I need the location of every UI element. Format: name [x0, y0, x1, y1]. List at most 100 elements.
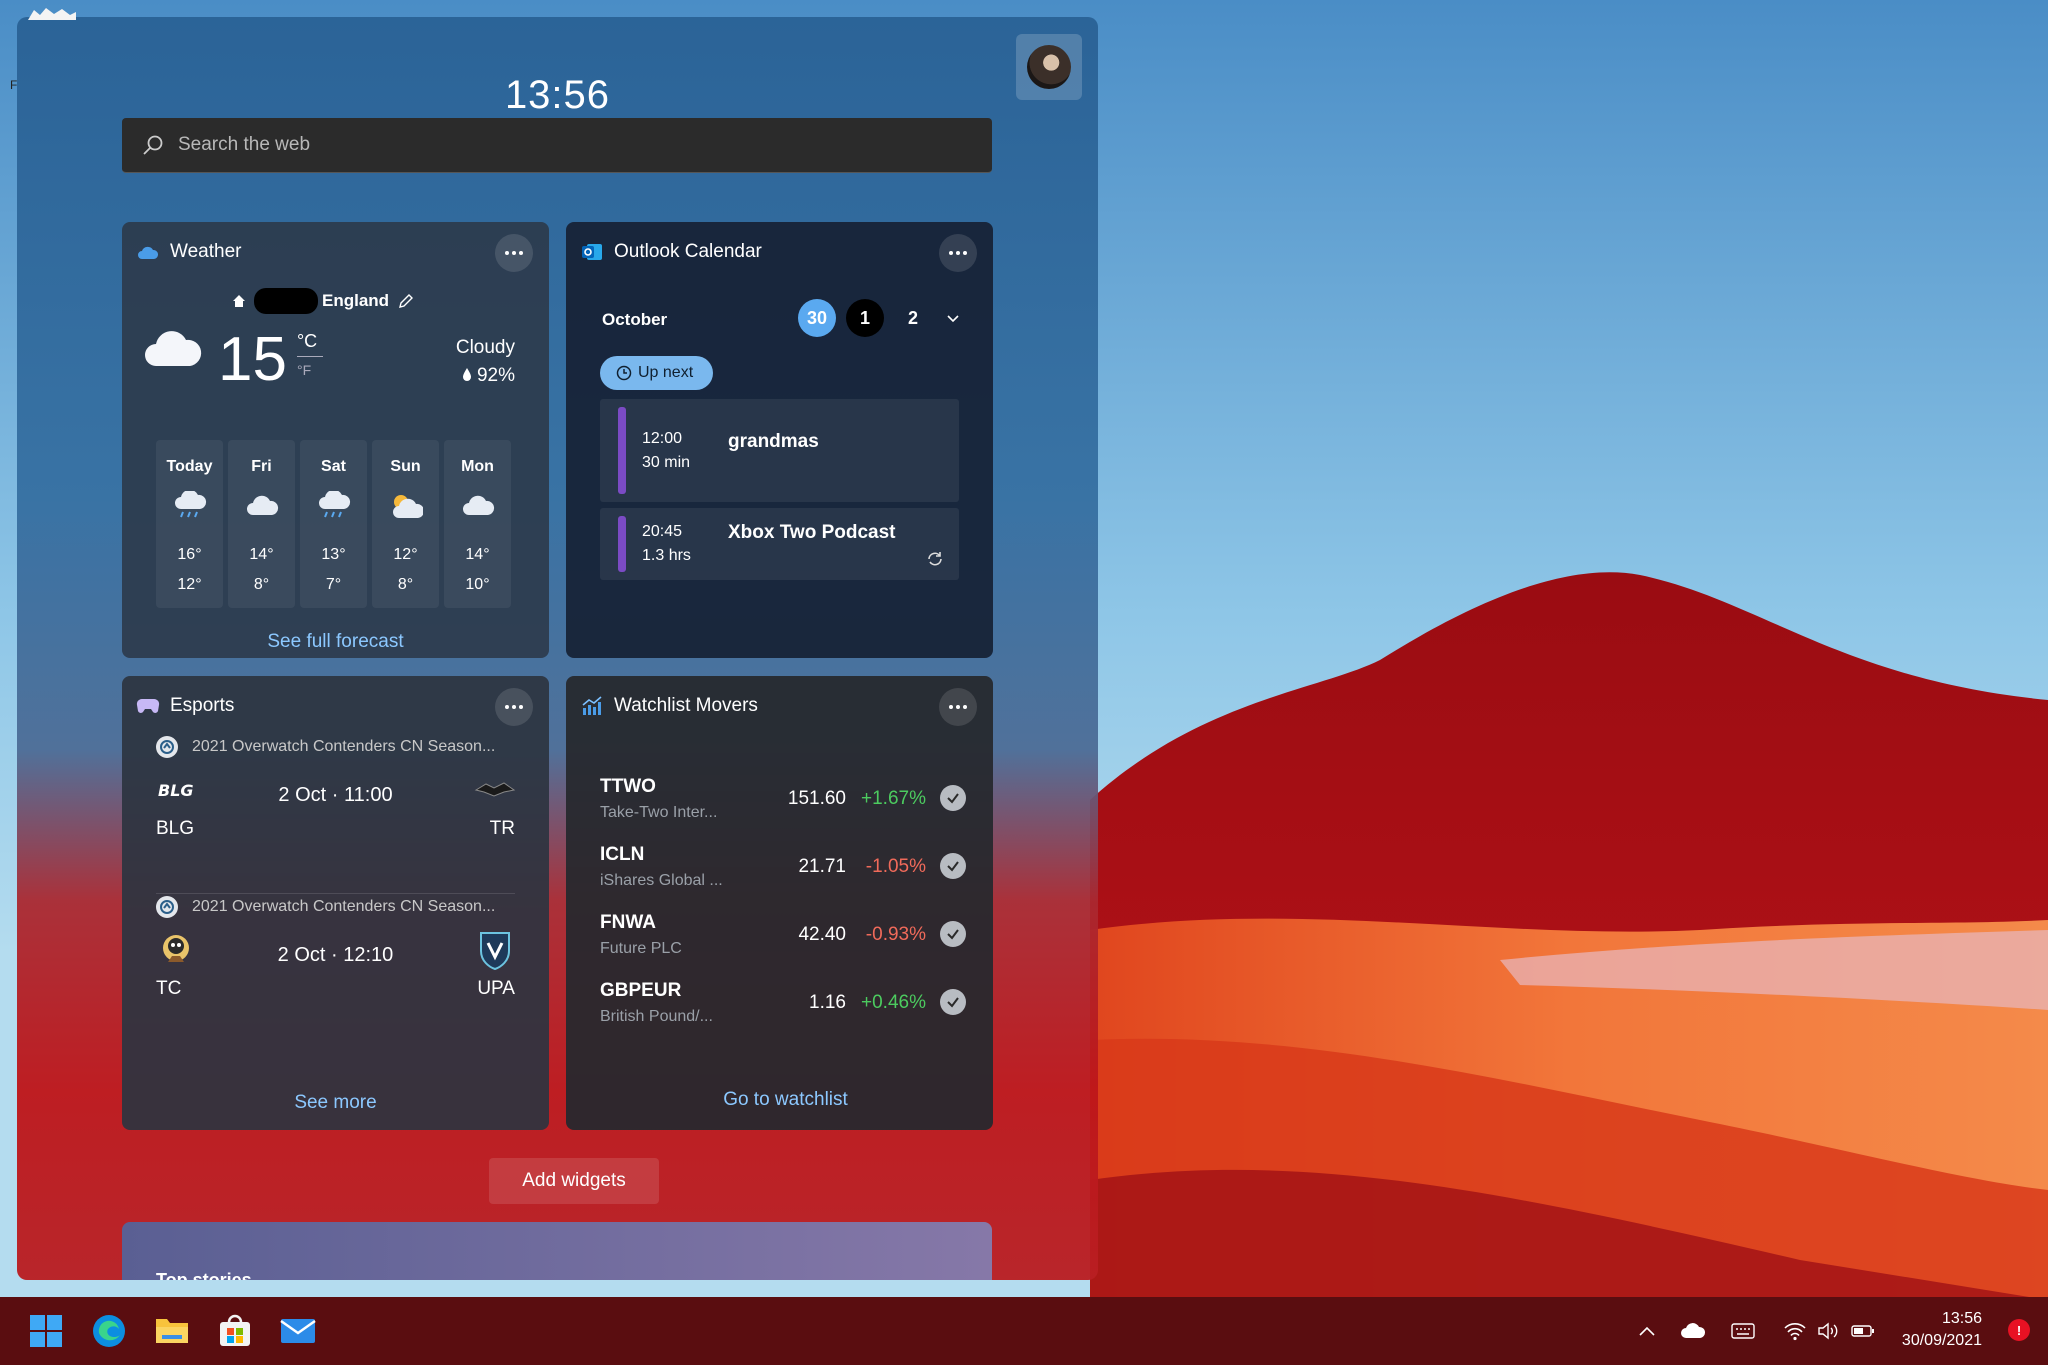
outlook-calendar-widget[interactable]: Outlook Calendar October 30 1 2 Up next … [566, 222, 993, 658]
gamepad-icon [136, 694, 160, 718]
checkmark-icon[interactable] [940, 989, 966, 1015]
forecast-day[interactable]: Sat 13° 7° [300, 440, 367, 608]
current-weather: 15 °C °F [142, 324, 323, 396]
forecast-low: 8° [397, 576, 414, 593]
taskbar-clock[interactable]: 13:56 30/09/2021 [1902, 1308, 1982, 1352]
esports-match[interactable]: 2021 Overwatch Contenders CN Season... 2… [122, 884, 549, 1039]
overwatch-logo-icon [156, 736, 178, 758]
stock-price: 42.40 [798, 924, 846, 945]
forecast-high: 14° [465, 546, 490, 563]
add-widgets-button[interactable]: Add widgets [489, 1158, 659, 1204]
weather-widget-header: Weather [136, 240, 241, 264]
watchlist-movers-widget[interactable]: Watchlist Movers TTWO Take-Two Inter... … [566, 676, 993, 1130]
calendar-event[interactable]: 12:00 30 min grandmas [600, 399, 959, 502]
home-icon [233, 295, 245, 307]
battery-icon[interactable] [1848, 1297, 1878, 1365]
overwatch-logo-icon [156, 896, 178, 918]
see-full-forecast-link[interactable]: See full forecast [122, 631, 549, 653]
widgets-panel: 13:56 Weather England 15 [17, 17, 1098, 1280]
checkmark-icon[interactable] [940, 785, 966, 811]
stock-price: 1.16 [809, 992, 846, 1013]
unit-celsius[interactable]: °C [297, 331, 317, 351]
calendar-event[interactable]: 20:45 1.3 hrs Xbox Two Podcast [600, 508, 959, 580]
top-stories-section[interactable]: Top stories [122, 1222, 992, 1280]
stock-name: Take-Two Inter... [600, 804, 718, 821]
team-right-name: TR [489, 818, 515, 839]
stock-name: British Pound/... [600, 1008, 713, 1025]
team-left-name: TC [156, 978, 182, 999]
esports-widget[interactable]: Esports 2021 Overwatch Contenders CN Sea… [122, 676, 549, 1130]
weather-more-button[interactable] [495, 234, 533, 272]
esports-title: Esports [170, 695, 235, 716]
forecast-day[interactable]: Sun 12° 8° [372, 440, 439, 608]
stock-row[interactable]: TTWO Take-Two Inter... 151.60 +1.67% [600, 772, 980, 836]
unit-fahrenheit[interactable]: °F [296, 356, 323, 381]
up-next-pill[interactable]: Up next [600, 356, 714, 390]
stock-row[interactable]: GBPEUR British Pound/... 1.16 +0.46% [600, 976, 980, 1040]
event-time: 12:00 [642, 430, 683, 447]
stock-symbol: ICLN [600, 844, 645, 865]
forecast-high: 14° [249, 546, 274, 563]
upa-team-logo-icon [473, 928, 517, 972]
calendar-day-selected[interactable]: 30 [798, 299, 836, 337]
forecast-high: 13° [321, 546, 346, 563]
edit-pencil-icon[interactable] [397, 292, 415, 310]
forecast-day[interactable]: Fri 14° 8° [228, 440, 295, 608]
forecast-day[interactable]: Mon 14° 10° [444, 440, 511, 608]
rain-cloud-icon [300, 486, 367, 526]
microsoft-store-icon[interactable] [211, 1307, 259, 1355]
stock-row[interactable]: FNWA Future PLC 42.40 -0.93% [600, 908, 980, 972]
esports-more-button[interactable] [495, 688, 533, 726]
windows-start-icon[interactable] [22, 1307, 70, 1355]
see-more-link[interactable]: See more [122, 1092, 549, 1114]
forecast-day-name: Mon [461, 458, 494, 475]
onedrive-cloud-icon[interactable] [1678, 1297, 1708, 1365]
checkmark-icon[interactable] [940, 921, 966, 947]
stock-change: -0.93% [865, 924, 926, 945]
edge-icon[interactable] [85, 1307, 133, 1355]
calendar-day[interactable]: 1 [846, 299, 884, 337]
forecast-high: 16° [177, 546, 202, 563]
calendar-more-button[interactable] [939, 234, 977, 272]
weather-location[interactable]: England [232, 288, 415, 314]
search-icon [143, 135, 163, 155]
user-avatar[interactable] [1016, 34, 1082, 100]
forecast-day[interactable]: Today 16° 12° [156, 440, 223, 608]
stock-change: +1.67% [861, 788, 926, 809]
calendar-day[interactable]: 2 [894, 299, 932, 337]
file-explorer-icon[interactable] [148, 1307, 196, 1355]
keyboard-icon[interactable] [1728, 1297, 1758, 1365]
notification-badge-icon[interactable]: ! [2008, 1319, 2030, 1341]
weather-widget[interactable]: Weather England 15 °C °F Cloudy 92% Toda… [122, 222, 549, 658]
weather-condition-block: Cloudy 92% [456, 334, 515, 390]
team-left-name: BLG [156, 818, 195, 839]
weather-cloud-icon [136, 240, 160, 264]
panel-clock: 13:56 [504, 73, 611, 117]
chevron-up-icon[interactable] [1636, 1297, 1658, 1365]
cloud-icon [228, 486, 295, 526]
go-to-watchlist-link[interactable]: Go to watchlist [578, 1089, 993, 1111]
partly-sunny-icon [372, 486, 439, 526]
stock-price: 151.60 [787, 788, 846, 809]
outlook-icon [580, 240, 604, 264]
watchlist-widget-header: Watchlist Movers [580, 694, 758, 718]
wifi-icon[interactable] [1780, 1297, 1810, 1365]
esports-match[interactable]: 2021 Overwatch Contenders CN Season... B… [122, 724, 549, 879]
temperature-unit-toggle[interactable]: °C °F [296, 330, 323, 381]
forecast-day-name: Fri [251, 458, 272, 475]
chevron-down-icon[interactable] [946, 313, 960, 323]
mail-icon[interactable] [274, 1307, 322, 1355]
checkmark-icon[interactable] [940, 853, 966, 879]
watchlist-more-button[interactable] [939, 688, 977, 726]
stock-price: 21.71 [798, 856, 846, 877]
weather-title: Weather [170, 241, 242, 262]
search-input[interactable] [178, 134, 938, 156]
web-search-box[interactable] [122, 118, 992, 173]
desktop-icon-fragment [28, 6, 76, 20]
stock-row[interactable]: ICLN iShares Global ... 21.71 -1.05% [600, 840, 980, 904]
volume-icon[interactable] [1814, 1297, 1844, 1365]
stock-chart-icon [580, 694, 604, 718]
event-time-block: 20:45 1.3 hrs [642, 520, 691, 568]
desktop-label-fragment: F [10, 78, 18, 92]
watchlist-title: Watchlist Movers [614, 695, 758, 716]
